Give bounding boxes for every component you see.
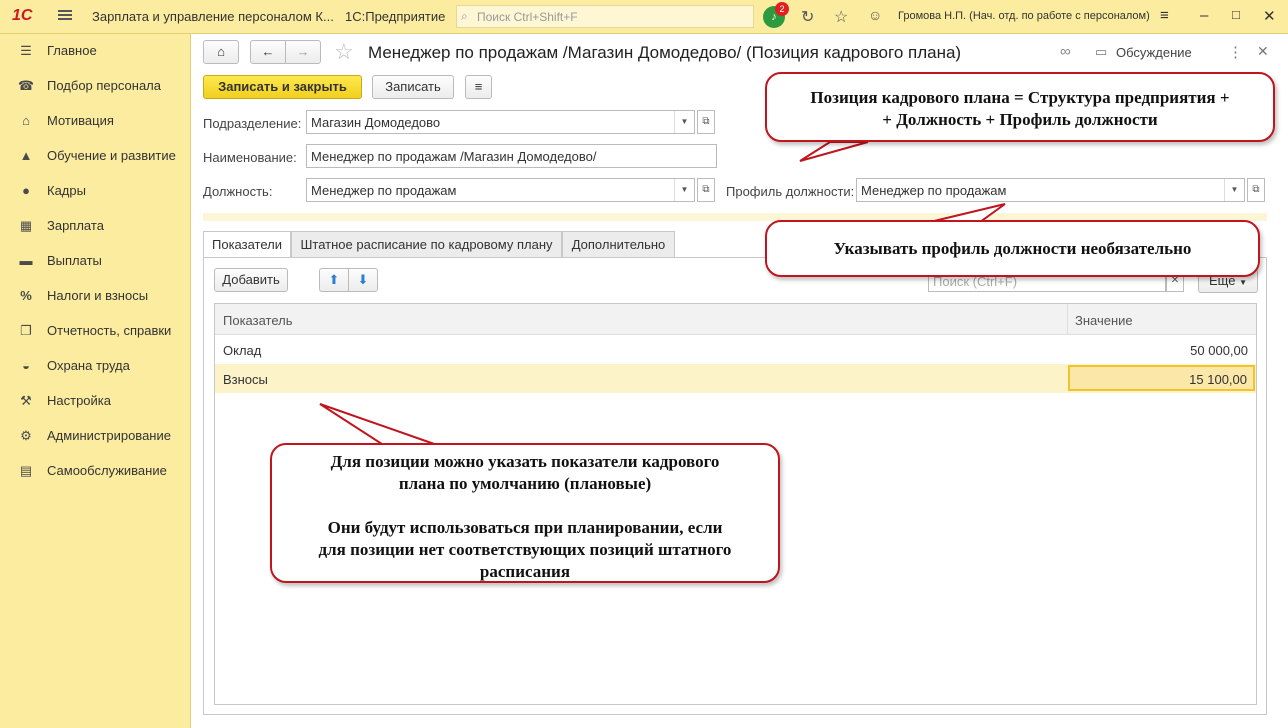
indicators-callout: Для позиции можно указать показатели кад…	[270, 443, 780, 583]
callout-text: для позиции нет соответствующих позиций …	[318, 540, 732, 559]
formula-callout: Позиция кадрового плана = Структура пред…	[765, 72, 1275, 142]
callout-text: Для позиции можно указать показатели кад…	[330, 452, 720, 471]
callout-text: Указывать профиль должности необязательн…	[833, 239, 1192, 258]
profile-callout: Указывать профиль должности необязательн…	[765, 220, 1260, 277]
callout-text: + Должность + Профиль должности	[882, 110, 1158, 129]
indicators-callout-pointer	[319, 403, 441, 447]
callout-spacer	[272, 495, 778, 517]
callout-text: плана по умолчанию (плановые)	[398, 474, 652, 493]
callout-text: Они будут использоваться при планировани…	[327, 518, 723, 537]
callout-text: Позиция кадрового плана = Структура пред…	[810, 88, 1230, 107]
callout-text: расписания	[479, 562, 571, 581]
formula-callout-pointer	[799, 141, 869, 162]
